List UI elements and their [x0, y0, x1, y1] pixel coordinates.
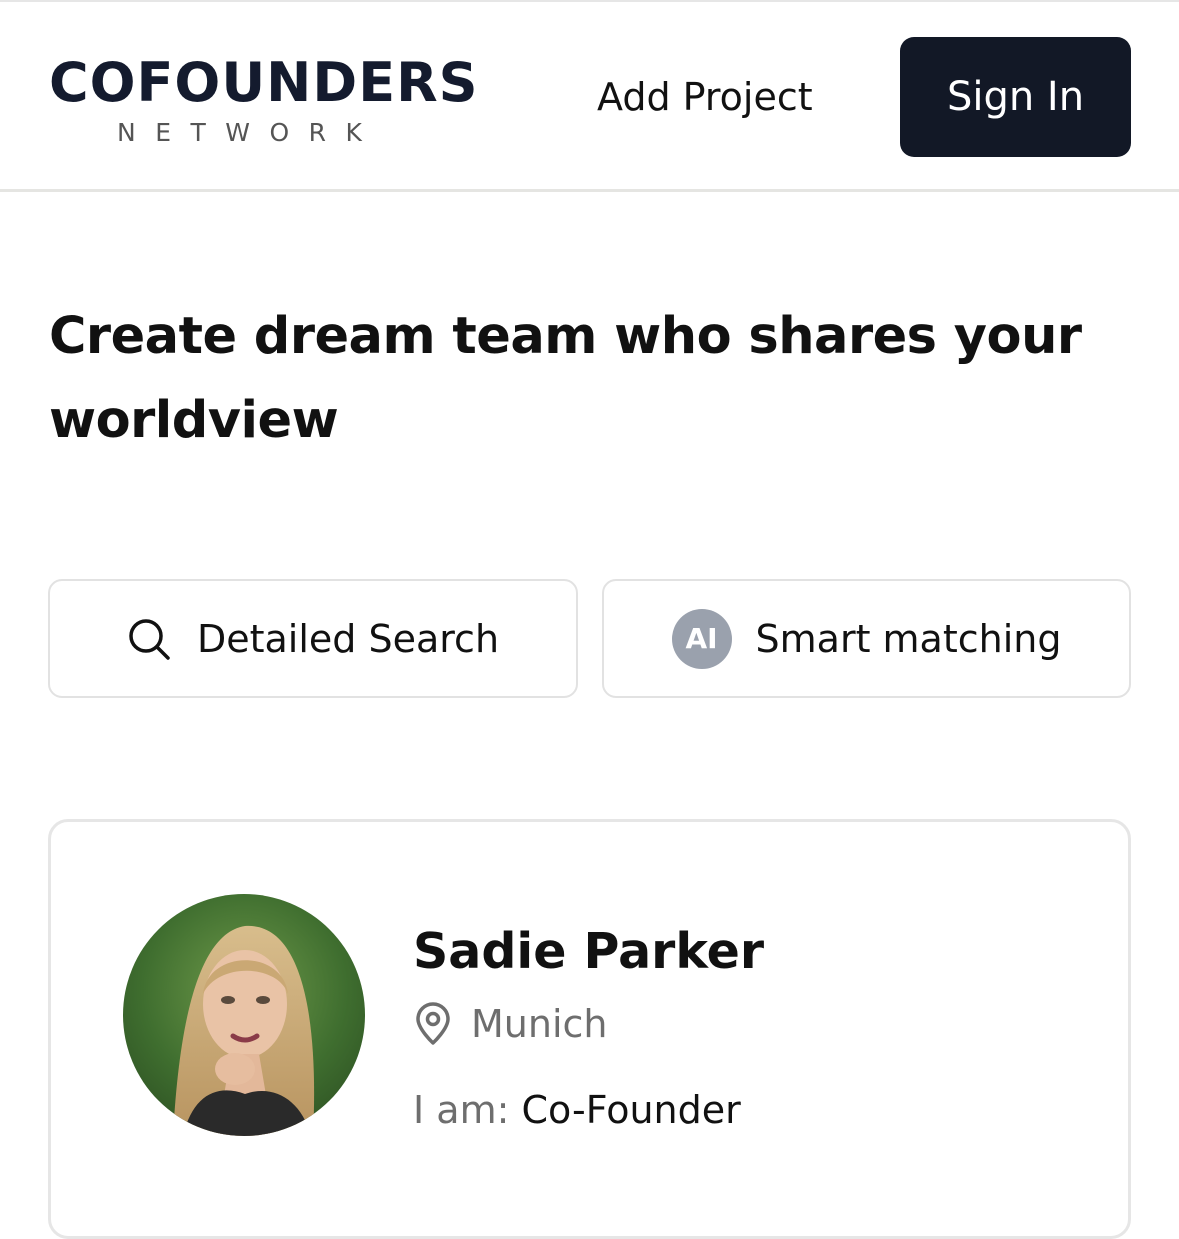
detailed-search-button[interactable]: Detailed Search: [48, 579, 578, 698]
search-icon: [127, 617, 171, 661]
smart-matching-label: Smart matching: [755, 616, 1062, 661]
location-pin-icon: [413, 1002, 453, 1046]
logo-wordmark: COFOUNDERS: [49, 51, 479, 114]
sign-in-button[interactable]: Sign In: [900, 37, 1131, 157]
site-header: COFOUNDERS NETWORK Add Project Sign In: [0, 2, 1179, 192]
profile-card[interactable]: Sadie Parker Munich I am: Co-Founder: [48, 819, 1131, 1239]
detailed-search-label: Detailed Search: [196, 616, 500, 661]
profile-role: I am: Co-Founder: [413, 1087, 741, 1133]
ai-badge-icon: AI: [671, 608, 732, 669]
add-project-link[interactable]: Add Project: [597, 74, 813, 120]
logo-tagline: NETWORK: [117, 118, 382, 147]
page-headline: Create dream team who shares your worldv…: [49, 307, 1082, 450]
avatar: [123, 894, 365, 1136]
smart-matching-button[interactable]: AI Smart matching: [602, 579, 1131, 698]
profile-location-text: Munich: [471, 1002, 608, 1046]
profile-name: Sadie Parker: [413, 923, 765, 980]
profile-role-label: I am:: [413, 1088, 510, 1132]
brand-logo[interactable]: COFOUNDERS NETWORK: [49, 52, 499, 148]
profile-role-value: Co-Founder: [521, 1088, 741, 1132]
profile-location: Munich: [413, 1002, 608, 1046]
